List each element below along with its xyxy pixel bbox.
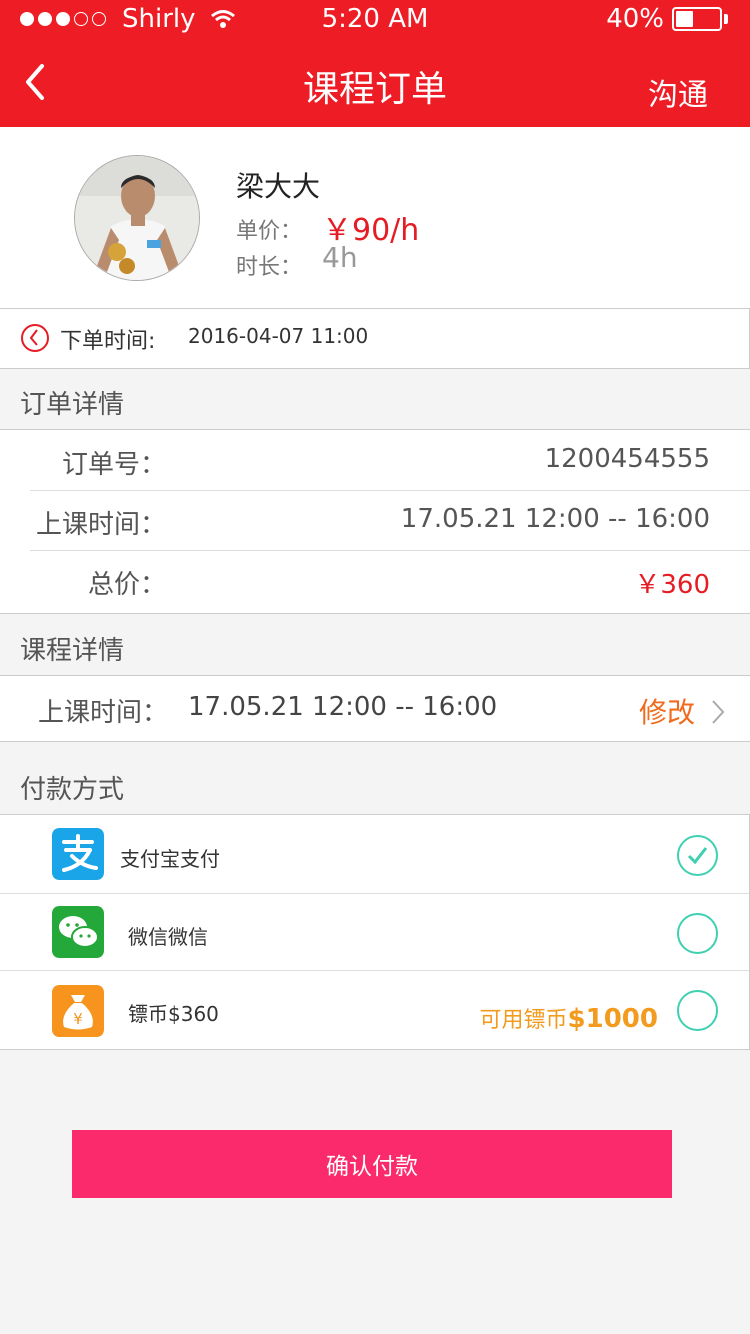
duration-label: 时长： <box>236 255 303 280</box>
chat-button[interactable]: 沟通 <box>648 70 708 114</box>
class-time-row: 上课时间： 17.05.21 12:00 -- 16:00 <box>0 490 750 550</box>
available-coins: 可用镖币$1000 <box>479 1004 658 1034</box>
battery-tip <box>724 14 728 24</box>
edit-button[interactable]: 修改 <box>639 691 695 731</box>
confirm-payment-button[interactable]: 确认付款 <box>72 1130 672 1198</box>
radio-unselected[interactable] <box>677 990 718 1031</box>
radio-selected[interactable] <box>677 835 718 876</box>
status-right: 40% <box>606 4 728 34</box>
duration-value: 4h <box>322 241 358 274</box>
wechat-icon <box>52 906 104 958</box>
order-time-label: 下单时间: <box>60 329 156 354</box>
payment-method-coins[interactable]: ¥ 镖币$360 可用镖币$1000 <box>0 970 750 1050</box>
coin-bag-icon: ¥ <box>52 985 104 1037</box>
order-details-card: 订单号： 1200454555 上课时间： 17.05.21 12:00 -- … <box>0 429 750 614</box>
battery-icon <box>672 7 722 31</box>
avatar <box>74 155 200 281</box>
status-bar: Shirly 5:20 AM 40% <box>0 0 750 40</box>
alipay-label: 支付宝支付 <box>120 847 220 871</box>
course-details-card: 上课时间： 17.05.21 12:00 -- 16:00 修改 <box>0 675 750 742</box>
order-number-row: 订单号： 1200454555 <box>0 430 750 490</box>
payment-method-wechat[interactable]: 微信微信 <box>0 893 750 970</box>
alipay-icon <box>52 828 104 880</box>
course-details-title: 课程详情 <box>20 636 125 666</box>
course-time-label: 上课时间： <box>38 698 169 728</box>
chevron-right-icon[interactable] <box>710 698 726 726</box>
clock-icon <box>21 324 49 352</box>
battery-percent: 40% <box>606 4 664 34</box>
order-details-title: 订单详情 <box>20 390 125 420</box>
order-time-value: 2016-04-07 11:00 <box>188 324 369 348</box>
svg-text:¥: ¥ <box>73 1010 83 1028</box>
order-number-value: 1200454555 <box>544 444 710 474</box>
coins-label: 镖币$360 <box>128 1002 219 1026</box>
order-time-bar: 下单时间: 2016-04-07 11:00 <box>0 308 750 369</box>
payment-card: 支付宝支付 微信微信 ¥ 镖币$360 可用镖币$1000 <box>0 814 750 1050</box>
radio-unselected[interactable] <box>677 913 718 954</box>
page-title: 课程订单 <box>302 69 447 110</box>
class-time-value: 17.05.21 12:00 -- 16:00 <box>400 504 710 534</box>
coach-profile: 梁大大 单价： ￥90/h 时长： 4h <box>0 127 750 309</box>
header: Shirly 5:20 AM 40% 课程订单 沟通 <box>0 0 750 127</box>
checkmark-icon <box>687 847 708 865</box>
payment-method-alipay[interactable]: 支付宝支付 <box>0 815 750 893</box>
order-number-label: 订单号： <box>61 450 166 480</box>
unit-price-label: 单价： <box>236 219 303 244</box>
total-price-row: 总价： ￥360 <box>0 550 750 610</box>
class-time-label: 上课时间： <box>35 510 166 540</box>
payment-title: 付款方式 <box>20 775 125 805</box>
wechat-label: 微信微信 <box>128 925 208 949</box>
course-time-value: 17.05.21 12:00 -- 16:00 <box>188 692 498 722</box>
coach-name: 梁大大 <box>236 170 321 203</box>
total-price-value: ￥360 <box>634 570 710 600</box>
total-price-label: 总价： <box>87 570 166 600</box>
